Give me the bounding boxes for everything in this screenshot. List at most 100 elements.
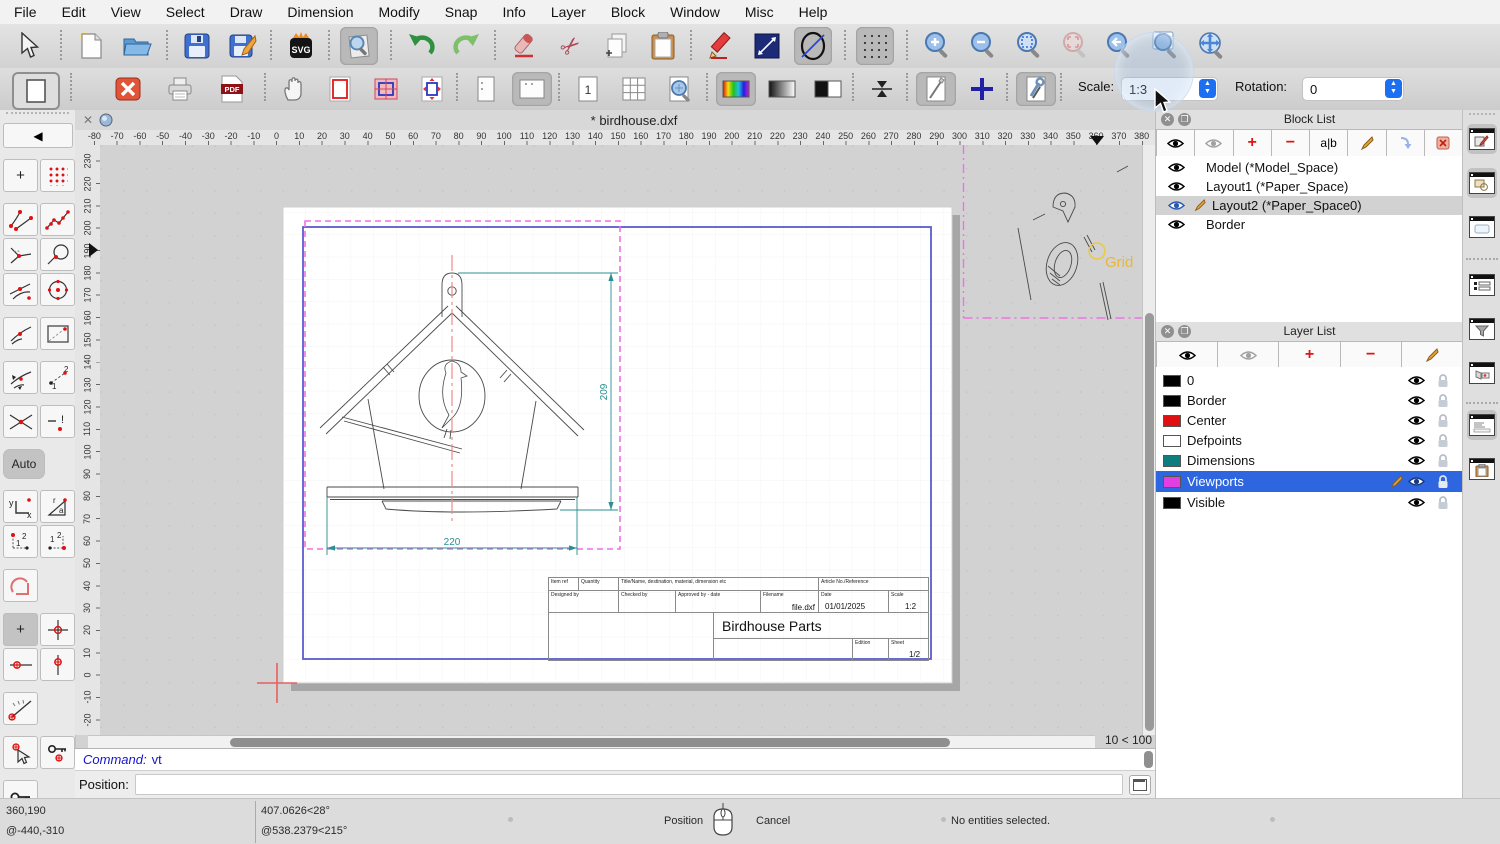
layer-row-0[interactable]: 0 bbox=[1156, 371, 1463, 390]
redo-button[interactable] bbox=[448, 27, 486, 65]
menu-item[interactable]: Snap bbox=[445, 4, 478, 20]
hide-all-layers-button[interactable] bbox=[1218, 341, 1280, 369]
remove-block-button[interactable]: − bbox=[1271, 129, 1310, 157]
eye-icon[interactable] bbox=[1408, 395, 1425, 406]
zoom-page-icon[interactable] bbox=[660, 72, 700, 106]
snap-free-button[interactable]: + bbox=[3, 159, 38, 192]
lock-icon[interactable] bbox=[1437, 433, 1449, 448]
ellipse-tool-icon[interactable] bbox=[794, 27, 832, 65]
eye-icon[interactable] bbox=[1408, 476, 1425, 487]
command-scrollbar-thumb[interactable] bbox=[1144, 751, 1153, 768]
color-mode-icon[interactable] bbox=[716, 72, 756, 106]
snap-perpendicular-button[interactable] bbox=[40, 238, 75, 271]
rotation-combo[interactable]: 0 ▲ ▼ bbox=[1302, 77, 1404, 101]
snap-intersection-auto-button[interactable] bbox=[3, 238, 38, 271]
eye-icon[interactable] bbox=[1408, 455, 1425, 466]
coordinate-cartesian-button[interactable]: yx bbox=[3, 490, 38, 523]
page-preview-toggle[interactable] bbox=[12, 72, 60, 110]
menu-item[interactable]: Modify bbox=[379, 4, 420, 20]
pan-hand-icon[interactable] bbox=[274, 72, 314, 106]
layer-color-swatch[interactable] bbox=[1163, 454, 1181, 467]
restrict-off-button[interactable]: + bbox=[3, 613, 38, 646]
paper-border-icon[interactable] bbox=[320, 72, 360, 106]
blackwhite-mode-icon[interactable] bbox=[808, 72, 848, 106]
layer-list-close-icon[interactable]: ✕ bbox=[1161, 325, 1174, 338]
block-row-layout2[interactable]: Layout2 (*Paper_Space0) bbox=[1156, 196, 1463, 215]
draft-mode-icon[interactable] bbox=[916, 72, 956, 106]
add-block-button[interactable]: + bbox=[1233, 129, 1272, 157]
fit-viewport-icon[interactable] bbox=[412, 72, 452, 106]
open-document-button[interactable] bbox=[118, 27, 156, 65]
eye-icon[interactable] bbox=[1168, 200, 1185, 211]
add-layer-button[interactable]: + bbox=[1279, 341, 1341, 369]
auto-zoom-button[interactable] bbox=[1010, 27, 1048, 65]
hide-all-blocks-button[interactable] bbox=[1195, 129, 1234, 157]
restrict-both-button[interactable] bbox=[40, 613, 75, 646]
clipboard-panel-toggle[interactable] bbox=[1467, 454, 1497, 484]
coordinate-polar-button[interactable]: ra bbox=[40, 490, 75, 523]
dock-drag-handle[interactable] bbox=[1469, 113, 1495, 122]
menu-item[interactable]: Info bbox=[502, 4, 525, 20]
menu-item[interactable]: Window bbox=[670, 4, 720, 20]
menu-item[interactable]: Edit bbox=[62, 4, 86, 20]
menu-item[interactable]: Misc bbox=[745, 4, 774, 20]
block-row-border[interactable]: Border bbox=[1156, 215, 1463, 234]
menu-item[interactable]: View bbox=[111, 4, 141, 20]
horizontal-scrollbar-thumb[interactable] bbox=[230, 738, 950, 747]
layer-list-float-icon[interactable]: ❐ bbox=[1178, 325, 1191, 338]
grayscale-mode-icon[interactable] bbox=[762, 72, 802, 106]
restrict-orthogonal-button[interactable] bbox=[3, 569, 38, 602]
eye-icon[interactable] bbox=[1168, 219, 1185, 230]
command-history[interactable]: Command: vt bbox=[75, 748, 1155, 771]
menu-item[interactable]: Layer bbox=[551, 4, 586, 20]
snap-center-button[interactable] bbox=[40, 273, 75, 306]
snap-tangent-button[interactable] bbox=[3, 273, 38, 306]
edit-block-button[interactable] bbox=[1348, 129, 1387, 157]
lock-icon[interactable] bbox=[1437, 393, 1449, 408]
relative-polar-button[interactable]: 12 bbox=[40, 525, 75, 558]
close-preview-button[interactable] bbox=[108, 72, 148, 106]
show-all-layers-button[interactable] bbox=[1156, 341, 1219, 369]
snap-intersection-button[interactable] bbox=[3, 405, 38, 438]
pan-zoom-button[interactable] bbox=[1192, 27, 1230, 65]
eye-icon[interactable] bbox=[1168, 162, 1185, 173]
page-landscape-icon[interactable] bbox=[512, 72, 552, 106]
palette-drag-handle[interactable] bbox=[6, 112, 69, 121]
print-button[interactable] bbox=[160, 72, 200, 106]
vertical-scrollbar[interactable] bbox=[1142, 145, 1156, 735]
drawing-canvas[interactable]: 209 220 Grid Item ref Quantity Title/Nam… bbox=[100, 145, 1142, 735]
block-list-toggle[interactable] bbox=[1467, 124, 1497, 154]
viewport-overlay-icon[interactable] bbox=[366, 72, 406, 106]
print-preview-button[interactable] bbox=[340, 27, 378, 65]
save-button[interactable] bbox=[178, 27, 216, 65]
edit-layer-button[interactable] bbox=[1401, 341, 1464, 369]
snap-intersection-manual-button[interactable]: ! bbox=[40, 405, 75, 438]
block-row-model[interactable]: Model (*Model_Space) bbox=[1156, 158, 1463, 177]
remove-layer-button[interactable]: − bbox=[1340, 341, 1402, 369]
layer-row-center[interactable]: Center bbox=[1156, 411, 1463, 430]
menu-item[interactable]: Draw bbox=[230, 4, 263, 20]
crosshair-icon[interactable] bbox=[962, 72, 1002, 106]
menu-item[interactable]: Help bbox=[799, 4, 828, 20]
set-relative-zero-button[interactable] bbox=[3, 736, 38, 769]
command-line-toggle[interactable] bbox=[1467, 410, 1497, 440]
insert-block-button[interactable] bbox=[1386, 129, 1425, 157]
preferences-wrench-icon[interactable] bbox=[1016, 72, 1056, 106]
zoom-out-button[interactable] bbox=[964, 27, 1002, 65]
snap-reference-button[interactable] bbox=[40, 317, 75, 350]
tab-close-icon[interactable]: ✕ bbox=[83, 113, 93, 127]
scale-stepper[interactable]: ▲ ▼ bbox=[1199, 79, 1216, 98]
single-page-icon[interactable]: 1 bbox=[568, 72, 608, 106]
menu-item[interactable]: File bbox=[14, 4, 37, 20]
menu-item[interactable]: Select bbox=[166, 4, 205, 20]
zoom-in-button[interactable] bbox=[918, 27, 956, 65]
snap-back-button[interactable]: ◀ bbox=[3, 123, 73, 148]
lock-relative-zero-button[interactable] bbox=[40, 736, 75, 769]
multi-page-icon[interactable] bbox=[614, 72, 654, 106]
snap-middle-button[interactable]: 12 bbox=[40, 361, 75, 394]
grid-toggle-icon[interactable] bbox=[856, 27, 894, 65]
layer-color-swatch[interactable] bbox=[1163, 475, 1181, 488]
lock-icon[interactable] bbox=[1437, 413, 1449, 428]
eye-icon[interactable] bbox=[1408, 497, 1425, 508]
snap-grid-button[interactable] bbox=[40, 159, 75, 192]
